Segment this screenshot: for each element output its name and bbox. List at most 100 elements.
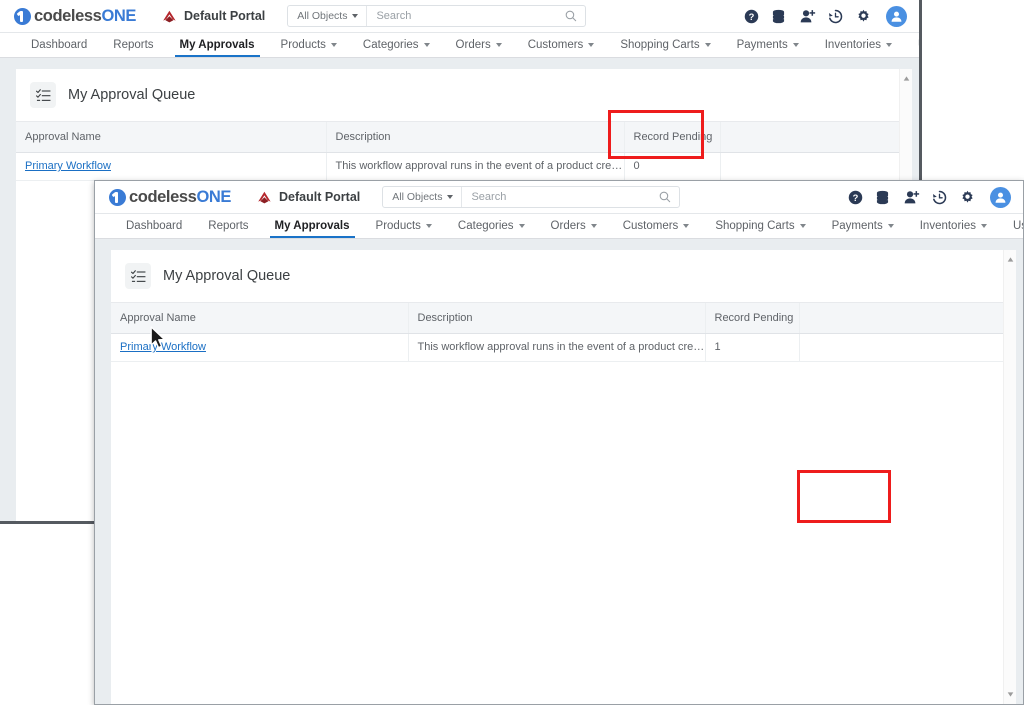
task-list-icon	[30, 82, 56, 108]
chevron-down-icon	[330, 43, 337, 47]
nav-tab-label: My Approvals	[179, 39, 255, 51]
logo-text-part2: ONE	[196, 187, 231, 206]
chevron-down-icon	[981, 224, 987, 228]
nav-tab-label: Customers	[622, 220, 679, 232]
column-header-description[interactable]: Description	[326, 122, 625, 153]
nav-tab-reports[interactable]: Reports	[100, 33, 166, 57]
nav-tab-label: Dashboard	[126, 220, 183, 232]
help-icon[interactable]: ?	[744, 9, 759, 24]
nav-tab-label: Payments	[831, 220, 883, 232]
user-avatar[interactable]	[990, 186, 1011, 208]
settings-gear-icon[interactable]	[856, 9, 871, 24]
nav-tab-orders[interactable]: Orders	[538, 214, 610, 238]
table-row[interactable]: Primary Workflow This workflow approval …	[111, 333, 1016, 362]
logo-text-part1: codeless	[34, 6, 102, 25]
nav-tab-inventories[interactable]: Inventories	[907, 214, 1000, 238]
column-header-blank[interactable]	[720, 122, 912, 153]
nav-tab-products[interactable]: Products	[268, 33, 350, 57]
database-icon[interactable]	[772, 9, 787, 24]
search-scope-dropdown-back[interactable]: All Objects	[288, 6, 368, 26]
nav-tab-label: Shopping Carts	[715, 220, 795, 232]
screenshot-stage: codelessONE Default Portal All Objects S	[0, 0, 1024, 705]
search-icon[interactable]	[565, 10, 585, 22]
nav-tab-user-profiles[interactable]: User Profiles	[1000, 214, 1023, 238]
approval-table-back: Approval Name Description Record Pending…	[16, 122, 912, 181]
nav-tab-shopping-carts[interactable]: Shopping Carts	[607, 33, 723, 57]
search-input-front[interactable]: Search	[462, 191, 659, 203]
page-title-back: My Approval Queue	[68, 87, 196, 103]
nav-tab-customers[interactable]: Customers	[610, 214, 703, 238]
nav-tab-user-profiles[interactable]: User Profiles	[905, 33, 919, 57]
logo-text-part1: codeless	[129, 187, 197, 206]
column-header-blank[interactable]	[799, 303, 1016, 334]
column-header-approval-name[interactable]: Approval Name	[16, 122, 327, 153]
search-input-back[interactable]: Search	[367, 10, 565, 22]
portal-selector-front[interactable]: Default Portal	[257, 190, 360, 204]
add-user-icon[interactable]	[800, 9, 816, 24]
nav-tab-label: Categories	[362, 39, 419, 51]
nav-tab-my-approvals[interactable]: My Approvals	[167, 33, 268, 57]
nav-tab-label: Categories	[457, 220, 514, 232]
app-logo-back[interactable]: codelessONE	[14, 7, 136, 26]
chevron-down-icon	[352, 14, 359, 18]
search-icon[interactable]	[659, 191, 679, 203]
vertical-scrollbar-front[interactable]	[1003, 250, 1016, 704]
svg-text:?: ?	[749, 11, 755, 21]
nav-tab-customers[interactable]: Customers	[515, 33, 608, 57]
nav-tab-label: Dashboard	[31, 39, 88, 51]
global-search-back[interactable]: All Objects Search	[287, 5, 587, 27]
chevron-down-icon	[704, 43, 711, 47]
nav-tab-label: Reports	[113, 39, 154, 51]
settings-gear-icon[interactable]	[960, 190, 975, 205]
chevron-down-icon	[887, 224, 894, 228]
column-header-description[interactable]: Description	[408, 303, 706, 334]
scroll-down-arrow-icon[interactable]	[1007, 691, 1014, 698]
nav-tab-shopping-carts[interactable]: Shopping Carts	[702, 214, 818, 238]
column-header-record-pending[interactable]: Record Pending	[705, 303, 800, 334]
nav-tab-my-approvals[interactable]: My Approvals	[262, 214, 363, 238]
chevron-down-icon	[683, 224, 690, 228]
chevron-down-icon	[588, 43, 595, 47]
approval-name-link[interactable]: Primary Workflow	[25, 160, 111, 172]
column-header-record-pending[interactable]: Record Pending	[624, 122, 721, 153]
foreground-app-window[interactable]: codelessONE Default Portal All Objects S	[94, 180, 1024, 705]
table-row[interactable]: Primary Workflow This workflow approval …	[16, 152, 912, 181]
app-logo-front[interactable]: codelessONE	[109, 188, 231, 207]
add-user-icon[interactable]	[904, 190, 920, 205]
nav-tab-categories[interactable]: Categories	[350, 33, 443, 57]
nav-tab-categories[interactable]: Categories	[445, 214, 538, 238]
svg-text:?: ?	[853, 192, 859, 202]
mouse-cursor	[150, 326, 167, 350]
nav-tab-inventories[interactable]: Inventories	[812, 33, 905, 57]
nav-tab-label: Products	[375, 220, 421, 232]
table-header-row: Approval Name Description Record Pending	[16, 122, 912, 153]
database-icon[interactable]	[876, 190, 891, 205]
nav-tab-dashboard[interactable]: Dashboard	[18, 33, 100, 57]
scroll-up-arrow-icon[interactable]	[903, 75, 910, 82]
nav-tab-orders[interactable]: Orders	[443, 33, 515, 57]
codelessone-logo-icon	[109, 188, 126, 206]
history-icon[interactable]	[828, 9, 843, 24]
nav-tab-payments[interactable]: Payments	[724, 33, 812, 57]
cell-description: This workflow approval runs in the event…	[408, 333, 706, 362]
search-scope-label-back: All Objects	[297, 10, 348, 22]
help-icon[interactable]: ?	[848, 190, 863, 205]
chevron-down-icon	[792, 43, 799, 47]
chevron-down-icon	[518, 224, 525, 228]
scroll-up-arrow-icon[interactable]	[1007, 256, 1014, 263]
nav-tab-payments[interactable]: Payments	[819, 214, 907, 238]
nav-tab-products[interactable]: Products	[363, 214, 445, 238]
chevron-down-icon	[799, 224, 806, 228]
codelessone-logo-icon	[14, 7, 31, 25]
search-scope-dropdown-front[interactable]: All Objects	[383, 187, 463, 207]
nav-tab-label: Shopping Carts	[620, 39, 700, 51]
nav-tab-label: Products	[280, 39, 326, 51]
portal-selector-back[interactable]: Default Portal	[162, 9, 265, 23]
history-icon[interactable]	[932, 190, 947, 205]
nav-tab-label: Inventories	[919, 220, 976, 232]
chevron-down-icon	[447, 195, 454, 199]
global-search-front[interactable]: All Objects Search	[382, 186, 681, 208]
user-avatar[interactable]	[886, 5, 907, 27]
nav-tab-dashboard[interactable]: Dashboard	[113, 214, 195, 238]
nav-tab-reports[interactable]: Reports	[195, 214, 261, 238]
